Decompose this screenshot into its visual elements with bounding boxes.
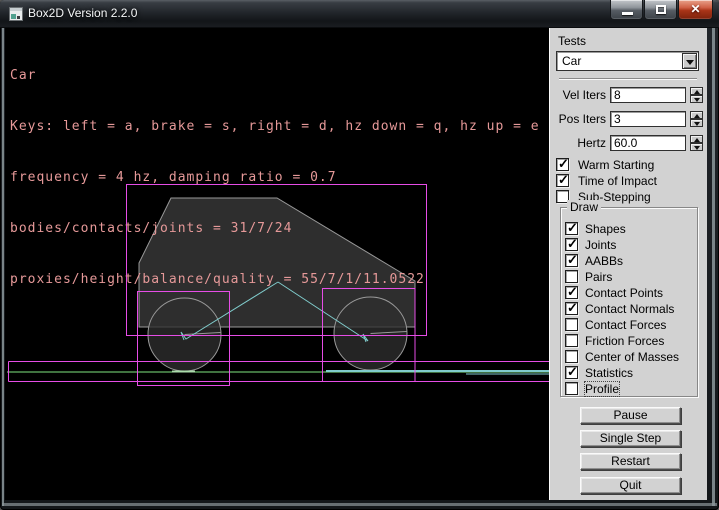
checkbox-label: Contact Forces <box>585 318 666 332</box>
stats-line-frequency: frequency = 4 hz, damping ratio = 0.7 <box>10 169 540 186</box>
pos-iters-row: Pos Iters <box>554 111 704 127</box>
checkbox-label: Center of Masses <box>585 350 679 364</box>
app-icon-detail <box>10 8 22 11</box>
checkbox-label: AABBs <box>585 254 623 268</box>
single-step-button[interactable]: Single Step <box>580 430 681 447</box>
checkbox-label: Shapes <box>585 222 626 236</box>
titlebar[interactable]: Box2D Version 2.2.0 ✕ <box>0 0 719 28</box>
window-title: Box2D Version 2.2.0 <box>28 0 137 28</box>
hertz-spinner <box>690 135 703 151</box>
arrow-down-icon <box>694 146 700 150</box>
hertz-label: Hertz <box>554 136 606 150</box>
checkbox-icon: ✓ <box>565 286 578 299</box>
stats-line-test-name: Car <box>10 67 540 84</box>
arrow-up-icon <box>694 90 700 94</box>
checkbox-label: Warm Starting <box>578 158 654 172</box>
checkbox-icon: ✓ <box>565 302 578 315</box>
close-button[interactable]: ✕ <box>678 0 713 20</box>
draw-group-label: Draw <box>567 200 601 214</box>
checkbox-icon <box>565 382 578 395</box>
maximize-icon <box>656 5 666 14</box>
quit-button[interactable]: Quit <box>580 477 681 494</box>
vel-iters-row: Vel Iters <box>554 87 704 103</box>
stats-line-bodies: bodies/contacts/joints = 31/7/24 <box>10 220 540 237</box>
checkbox-icon: ✓ <box>556 174 569 187</box>
hertz-row: Hertz <box>554 135 704 151</box>
control-panel: Tests Car Vel Iters Pos Iters <box>549 28 707 500</box>
window-frame-edge <box>2 503 717 506</box>
spin-down-button[interactable] <box>690 143 703 151</box>
checkbox-label: Contact Points <box>585 286 663 300</box>
minimize-button[interactable] <box>610 0 643 20</box>
stats-line-keys: Keys: left = a, brake = s, right = d, hz… <box>10 118 540 135</box>
checkbox-icon <box>565 350 578 363</box>
stats-text: Car Keys: left = a, brake = s, right = d… <box>10 33 540 322</box>
checkbox-label: Statistics <box>585 366 633 380</box>
spin-up-button[interactable] <box>690 87 703 95</box>
chevron-down-icon <box>686 60 694 65</box>
minimize-icon <box>622 12 633 15</box>
checkbox-label: Profile <box>585 382 619 396</box>
vel-iters-spinner <box>690 87 703 103</box>
vel-iters-input[interactable] <box>610 87 686 103</box>
checkbox-label: Joints <box>585 238 616 252</box>
checkbox-icon: ✓ <box>565 222 578 235</box>
close-icon: ✕ <box>679 2 712 16</box>
app-icon-detail <box>11 14 16 19</box>
tests-dropdown-button[interactable] <box>682 53 697 69</box>
checkbox-label: Pairs <box>585 270 612 284</box>
pos-iters-label: Pos Iters <box>554 112 606 126</box>
checkbox-icon: ✓ <box>565 366 578 379</box>
checkbox-icon <box>565 318 578 331</box>
spin-down-button[interactable] <box>690 95 703 103</box>
checkbox-icon: ✓ <box>556 158 569 171</box>
stats-line-proxies: proxies/height/balance/quality = 55/7/1/… <box>10 271 540 288</box>
arrow-down-icon <box>694 122 700 126</box>
arrow-up-icon <box>694 114 700 118</box>
checkbox-label: Contact Normals <box>585 302 674 316</box>
app-icon-detail <box>17 16 20 19</box>
pause-button[interactable]: Pause <box>580 407 681 424</box>
separator <box>559 78 697 80</box>
maximize-button[interactable] <box>644 0 677 20</box>
window-frame-edge <box>2 28 4 506</box>
tests-dropdown[interactable]: Car <box>556 51 699 71</box>
restart-button[interactable]: Restart <box>580 453 681 470</box>
pos-iters-spinner <box>690 111 703 127</box>
window-frame-edge <box>712 28 715 506</box>
checkbox-icon: ✓ <box>565 254 578 267</box>
checkbox-icon <box>565 334 578 347</box>
app-icon[interactable] <box>9 7 23 21</box>
draw-groupbox: Draw ✓ Shapes ✓ Joints ✓ AABBs Pairs ✓ C… <box>560 207 698 397</box>
pos-iters-input[interactable] <box>610 111 686 127</box>
spin-up-button[interactable] <box>690 135 703 143</box>
hertz-input[interactable] <box>610 135 686 151</box>
spin-down-button[interactable] <box>690 119 703 127</box>
window-controls: ✕ <box>609 0 713 20</box>
spin-up-button[interactable] <box>690 111 703 119</box>
app-window: Box2D Version 2.2.0 ✕ <box>0 0 719 510</box>
checkbox-icon <box>565 270 578 283</box>
vel-iters-label: Vel Iters <box>554 88 606 102</box>
arrow-down-icon <box>694 98 700 102</box>
checkbox-label: Friction Forces <box>585 334 664 348</box>
simulation-canvas[interactable]: Car Keys: left = a, brake = s, right = d… <box>5 28 549 500</box>
checkbox-icon: ✓ <box>565 238 578 251</box>
checkbox-label: Time of Impact <box>578 174 657 188</box>
tests-label: Tests <box>558 34 586 48</box>
tests-dropdown-value: Car <box>562 54 581 68</box>
arrow-up-icon <box>694 138 700 142</box>
